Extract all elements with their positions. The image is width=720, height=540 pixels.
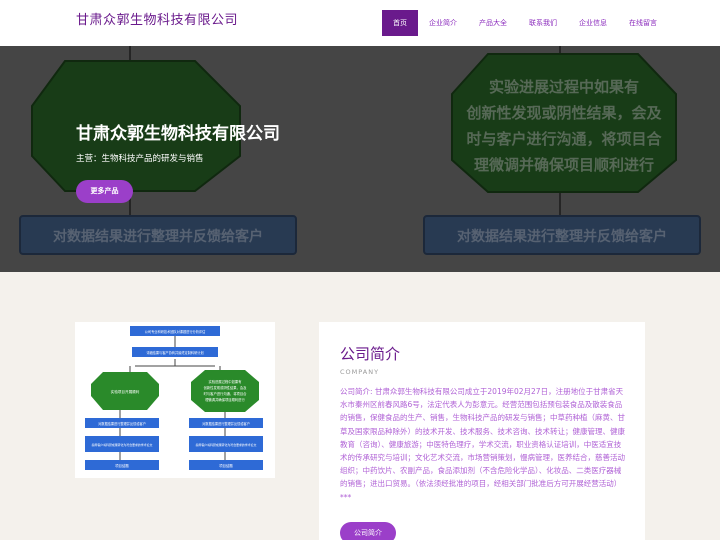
nav-message[interactable]: 在线留言 <box>618 10 668 36</box>
about-subtitle: COMPANY <box>340 368 380 376</box>
flow-right-box-1-text: 对数据结果进行整理并反馈给客户 <box>202 421 250 426</box>
more-products-button[interactable]: 更多产品 <box>76 180 133 203</box>
hero-subtitle: 主营：生物科技产品的研发与销售 <box>76 154 204 164</box>
flow-left-box-1-text: 对数据结果进行整理并反馈给客户 <box>98 421 146 426</box>
about-button[interactable]: 公司简介 <box>340 522 396 540</box>
flow-octagon-right-line-3: 时与客户进行沟通，将项目合 <box>204 391 248 396</box>
nav-company-intro[interactable]: 企业简介 <box>418 10 468 36</box>
flow-box-1-text: 公司专业科研技术团队对课题进行分析评估 <box>145 329 206 334</box>
flow-left-box-3-text: 项目结题 <box>115 463 129 468</box>
flow-octagon-right-line-2: 创新性发现或阴性结果，会及 <box>204 385 248 390</box>
hero-banner: 实验进展过程中如果有 创新性发现或阴性结果，会及 时与客户进行沟通，将项目合 理… <box>0 46 720 272</box>
site-header: 甘肃众郭生物科技有限公司 首页 企业简介 产品大全 联系我们 企业信息 在线留言 <box>0 0 720 46</box>
about-title: 公司简介 <box>340 345 401 363</box>
flow-box-2-text: 详细结果与客户协商并最终定制科研计划 <box>146 350 203 355</box>
flow-octagon-right-line-1: 实验进展过程中如果有 <box>209 379 243 384</box>
flow-octagon-left-text: 实验项目开展顺利 <box>111 389 140 394</box>
flow-right-box-3-text: 项目结题 <box>219 463 233 468</box>
hero-title: 甘肃众郭生物科技有限公司 <box>76 124 280 144</box>
nav-home[interactable]: 首页 <box>382 10 418 36</box>
nav-company-info[interactable]: 企业信息 <box>568 10 618 36</box>
flow-octagon-right <box>191 370 259 412</box>
site-logo[interactable]: 甘肃众郭生物科技有限公司 <box>76 9 238 28</box>
nav-products[interactable]: 产品大全 <box>468 10 518 36</box>
flow-octagon-right-line-4: 理微调并确保项目顺利进行 <box>205 397 245 402</box>
flow-left-box-2-text: 指导客户将科研成果转化为符合要求的学术论文 <box>92 442 153 447</box>
about-card: 公司简介 COMPANY 公司简介: 甘肃众郭生物科技有限公司成立于2019年0… <box>319 322 645 540</box>
flowchart-image: 公司专业科研技术团队对课题进行分析评估 详细结果与客户协商并最终定制科研计划 实… <box>75 322 275 478</box>
flowchart-diagram: 公司专业科研技术团队对课题进行分析评估 详细结果与客户协商并最终定制科研计划 实… <box>85 326 263 470</box>
about-text: 公司简介: 甘肃众郭生物科技有限公司成立于2019年02月27日，注册地位于甘肃… <box>340 387 625 502</box>
nav-contact[interactable]: 联系我们 <box>518 10 568 36</box>
main-nav: 首页 企业简介 产品大全 联系我们 企业信息 在线留言 <box>382 10 668 36</box>
flow-right-box-2-text: 指导客户将科研成果转化为符合要求的学术论文 <box>196 442 257 447</box>
